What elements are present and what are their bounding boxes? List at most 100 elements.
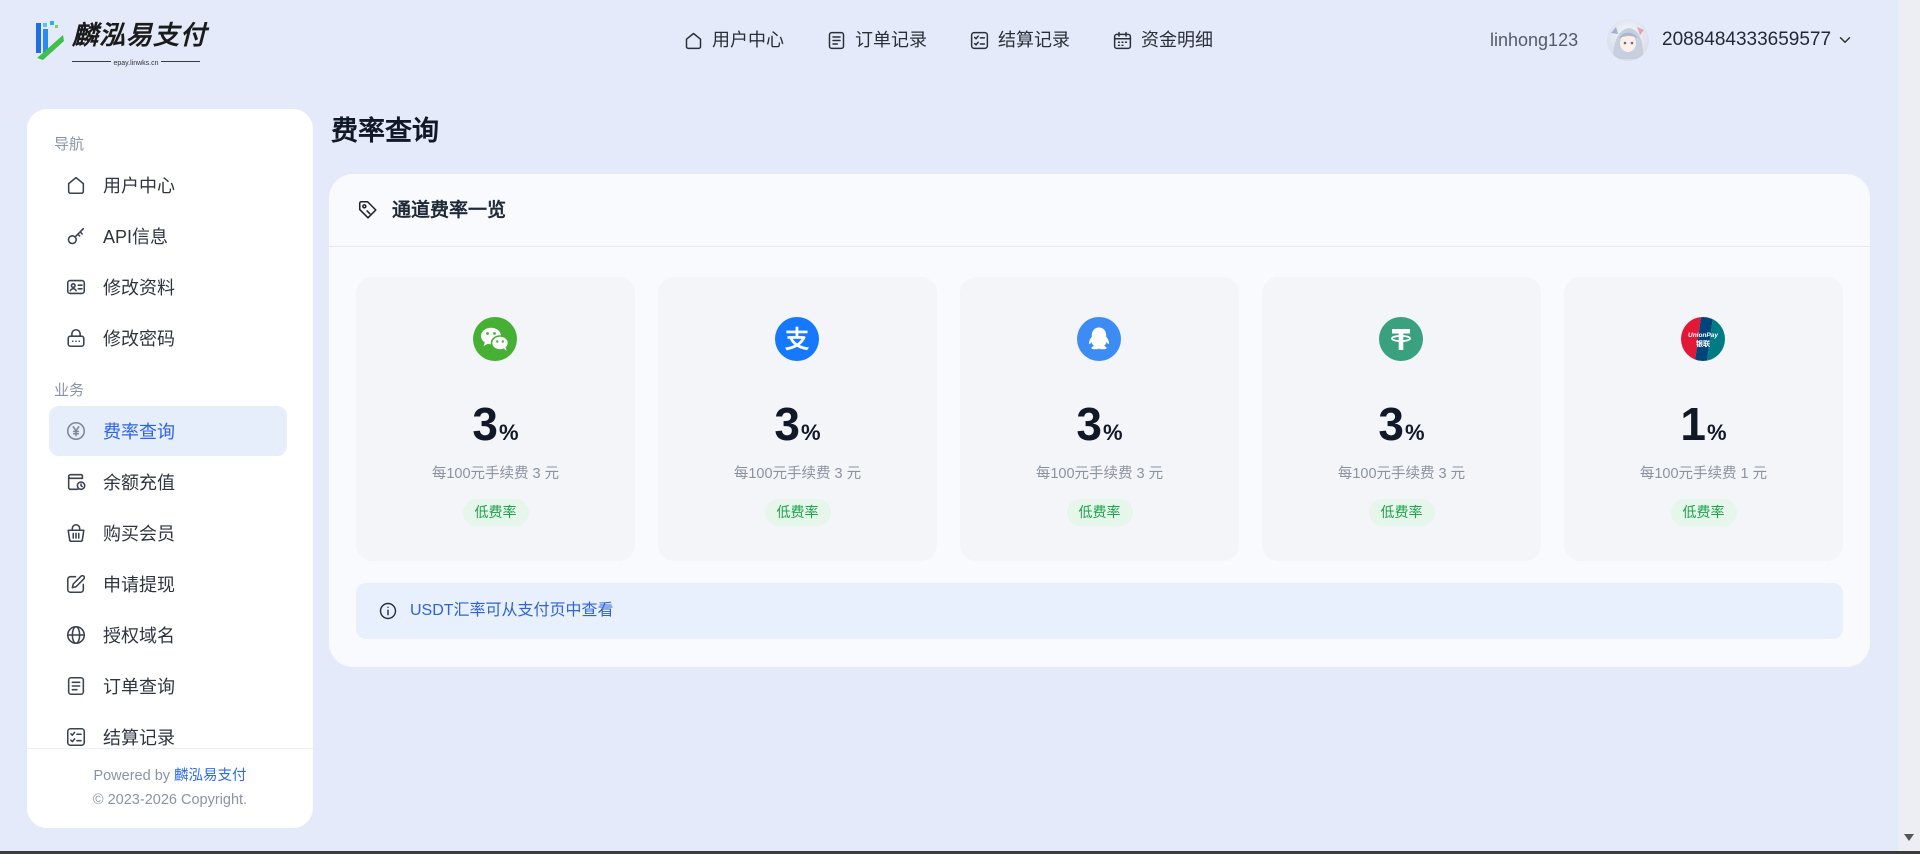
low-rate-badge: 低费率: [462, 499, 529, 526]
rate-unit: %: [499, 420, 519, 445]
logo-subtitle: epay.linwks.cn: [111, 60, 161, 67]
rate-value: 3%: [960, 397, 1239, 451]
sidebar-item-authorized-domains[interactable]: 授权域名: [49, 610, 287, 660]
rate-value: 1%: [1564, 397, 1843, 451]
low-rate-badge: 低费率: [1066, 499, 1133, 526]
sidebar-item-order-query[interactable]: 订单查询: [49, 661, 287, 711]
brand-link[interactable]: 麟泓易支付: [174, 768, 247, 784]
rate-number: 3: [774, 398, 801, 450]
calendar-icon: [1113, 31, 1132, 49]
unionpay-logo-text-cn: 银联: [1696, 339, 1711, 348]
key-icon: [67, 227, 85, 245]
rate-description: 每100元手续费 1 元: [1639, 466, 1768, 482]
tag-icon: [358, 200, 377, 219]
home-icon: [685, 32, 702, 49]
low-rate-badge: 低费率: [764, 499, 831, 526]
sidebar-item-edit-profile[interactable]: 修改资料: [49, 262, 287, 312]
avatar-image: [1607, 19, 1649, 61]
logo-subtitle-wrap: epay.linwks.cn: [72, 57, 200, 67]
rate-description: 每100元手续费 3 元: [431, 466, 560, 482]
sidebar-item-user-center[interactable]: 用户中心: [49, 160, 287, 210]
wechat-pay-icon: [473, 317, 517, 361]
sidebar-item-settlement-records[interactable]: 结算记录: [49, 712, 287, 748]
card-title: 通道费率一览: [392, 200, 507, 221]
rate-tile-alipay: 支 3% 每100元手续费 3 元 低费率: [658, 277, 937, 561]
globe-icon: [66, 625, 86, 645]
low-rate-badge: 低费率: [1670, 499, 1737, 526]
sidebar-item-label: 结算记录: [103, 728, 175, 748]
rate-tile-usdt: 3% 每100元手续费 3 元 低费率: [1262, 277, 1541, 561]
rate-unit: %: [1707, 420, 1727, 445]
rate-number: 1: [1680, 398, 1707, 450]
rate-unit: %: [1405, 420, 1425, 445]
rate-tile-unionpay: UnionPay 银联 1% 每100元手续费 1 元 低费率: [1564, 277, 1843, 561]
topnav-label: 用户中心: [712, 30, 784, 50]
yen-circle-icon: [66, 421, 86, 441]
page-scrollbar[interactable]: [1898, 0, 1920, 851]
notice-text: USDT汇率可从支付页中查看: [410, 602, 614, 619]
sidebar-item-label: 修改资料: [103, 278, 175, 298]
sidebar-item-change-password[interactable]: 修改密码: [49, 313, 287, 363]
sidebar-section-title: 导航: [54, 136, 85, 153]
sidebar-item-label: 授权域名: [103, 626, 175, 646]
qq-pay-icon: [1077, 317, 1121, 361]
sidebar-nav: 导航 用户中心 API信息 修改资料 修改密码 业务 费率查询 余额充值 购买会…: [27, 109, 313, 748]
page-title: 费率查询: [331, 116, 439, 146]
sidebar-footer: Powered by 麟泓易支付 © 2023-2026 Copyright.: [27, 748, 313, 828]
topnav-settlement-records[interactable]: 结算记录: [969, 27, 1070, 53]
checklist-icon: [66, 727, 86, 747]
rate-value: 3%: [1262, 397, 1541, 451]
topnav-label: 订单记录: [855, 30, 927, 50]
edit-icon: [66, 574, 86, 594]
avatar[interactable]: [1607, 19, 1649, 61]
rate-number: 3: [1378, 398, 1405, 450]
usdt-icon: [1379, 317, 1423, 361]
checklist-icon: [970, 31, 989, 49]
rates-card: 通道费率一览 3% 每100元手续费 3 元 低费率 支 3% 每100元手续费…: [329, 174, 1870, 667]
unionpay-icon: UnionPay 银联: [1681, 317, 1725, 361]
sidebar-item-label: 余额充值: [103, 473, 175, 493]
logo-title: 麟泓易支付: [72, 21, 208, 51]
id-card-icon: [66, 279, 86, 295]
sidebar-item-withdraw[interactable]: 申请提现: [49, 559, 287, 609]
sidebar-section-title: 业务: [54, 382, 85, 399]
rate-tile-wechat: 3% 每100元手续费 3 元 低费率: [356, 277, 635, 561]
rate-description: 每100元手续费 3 元: [1337, 466, 1466, 482]
sidebar: 导航 用户中心 API信息 修改资料 修改密码 业务 费率查询 余额充值 购买会…: [27, 109, 313, 828]
rate-number: 3: [472, 398, 499, 450]
topnav-fund-details[interactable]: 资金明细: [1112, 27, 1213, 53]
sidebar-item-label: 用户中心: [103, 176, 175, 196]
wallet-icon: [67, 473, 86, 491]
sidebar-item-label: 修改密码: [103, 329, 175, 349]
sidebar-item-rate-query[interactable]: 费率查询: [49, 406, 287, 456]
rate-description: 每100元手续费 3 元: [1035, 466, 1164, 482]
sidebar-item-buy-membership[interactable]: 购买会员: [49, 508, 287, 558]
account-id[interactable]: 2088484333659577: [1662, 27, 1831, 53]
rate-number: 3: [1076, 398, 1103, 450]
document-icon: [828, 31, 845, 49]
alipay-glyph: 支: [785, 327, 810, 354]
top-navigation: 用户中心 订单记录 结算记录 资金明细: [683, 27, 1213, 53]
rate-unit: %: [1103, 420, 1123, 445]
info-icon: [379, 602, 397, 620]
sidebar-item-label: 购买会员: [103, 524, 175, 544]
alipay-icon: 支: [775, 317, 819, 361]
topnav-user-center[interactable]: 用户中心: [683, 27, 784, 53]
chevron-down-icon[interactable]: [1836, 31, 1854, 49]
topnav-order-records[interactable]: 订单记录: [826, 27, 927, 53]
powered-by-prefix: Powered by: [93, 768, 171, 784]
sidebar-item-api-info[interactable]: API信息: [49, 211, 287, 261]
document-icon: [67, 676, 85, 696]
sidebar-item-balance-recharge[interactable]: 余额充值: [49, 457, 287, 507]
usdt-notice: USDT汇率可从支付页中查看: [356, 583, 1843, 639]
topnav-label: 资金明细: [1141, 30, 1213, 50]
site-logo[interactable]: 麟泓易支付 epay.linwks.cn: [34, 17, 208, 67]
username[interactable]: linhong123: [1490, 28, 1578, 52]
scroll-down-arrow-icon[interactable]: [1903, 833, 1915, 843]
copyright: © 2023-2026 Copyright.: [92, 792, 248, 808]
basket-icon: [67, 523, 85, 543]
rate-value: 3%: [658, 397, 937, 451]
unionpay-logo-text: UnionPay: [1688, 332, 1718, 339]
card-header: 通道费率一览: [329, 174, 1870, 247]
rate-value: 3%: [356, 397, 635, 451]
